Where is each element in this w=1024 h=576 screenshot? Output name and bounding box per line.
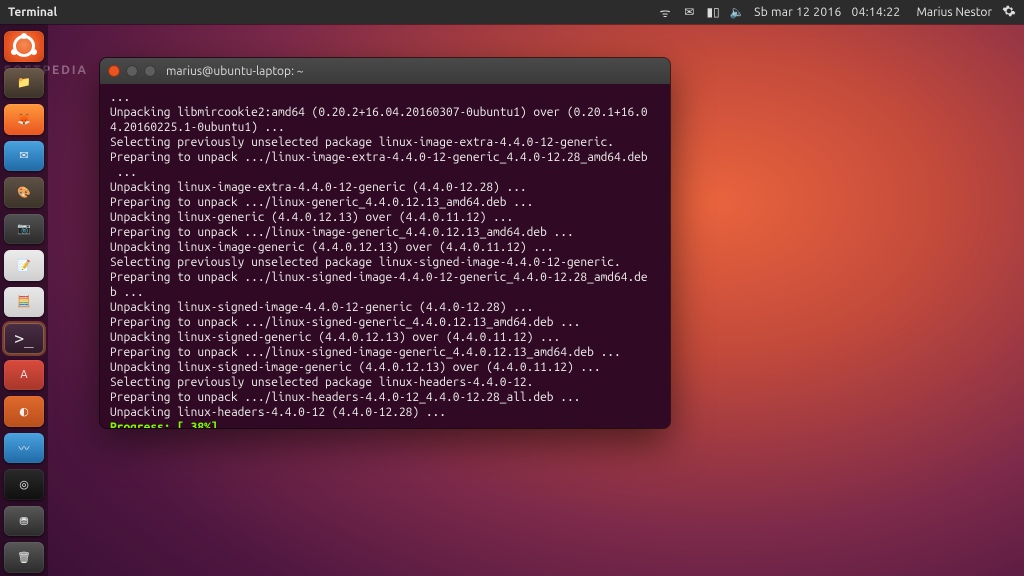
date-label[interactable]: Sb mar 12 2016 (754, 6, 841, 19)
gear-icon[interactable] (1002, 4, 1016, 21)
gimp-icon: 🎨 (17, 186, 31, 199)
launcher-steam[interactable]: ◎ (4, 469, 44, 500)
sound-icon[interactable]: 🔈 (730, 5, 744, 19)
launcher-disk[interactable]: ⛃ (4, 506, 44, 537)
battery-icon[interactable]: ▮▯ (706, 5, 720, 19)
terminal-window[interactable]: marius@ubuntu-laptop: ~ ... Unpacking li… (100, 58, 670, 428)
launcher-thunderbird[interactable]: ✉ (4, 141, 44, 172)
window-controls (108, 65, 156, 77)
terminal-output: ... Unpacking libmircookie2:amd64 (0.20.… (110, 90, 660, 420)
system-tray: ᯤ ✉ ▮▯ 🔈 Sb mar 12 2016 04:14:22 Marius … (658, 4, 1016, 21)
notes-icon: 📝 (17, 259, 31, 272)
steam-icon: ◎ (19, 478, 29, 491)
launcher-trash[interactable]: 🗑 (4, 542, 44, 573)
time-label[interactable]: 04:14:22 (852, 6, 901, 19)
top-panel: Terminal ᯤ ✉ ▮▯ 🔈 Sb mar 12 2016 04:14:2… (0, 0, 1024, 24)
unity-launcher: 📁 🦊 ✉ 🎨 📷 📝 🧮 >_ A ◐ 〰 ◎ ⛃ 🗑 (0, 24, 48, 576)
terminal-viewport[interactable]: ... Unpacking libmircookie2:amd64 (0.20.… (100, 84, 670, 428)
launcher-gimp[interactable]: 🎨 (4, 177, 44, 208)
calculator-icon: 🧮 (17, 295, 31, 308)
window-title: marius@ubuntu-laptop: ~ (166, 65, 304, 78)
monitor-icon: 〰 (19, 440, 30, 456)
launcher-software-updater[interactable]: A (4, 360, 44, 391)
partition-icon: ◐ (19, 405, 29, 418)
network-icon[interactable]: ᯤ (658, 5, 672, 19)
launcher-calculator[interactable]: 🧮 (4, 287, 44, 318)
camera-icon: 📷 (17, 222, 31, 235)
terminal-icon: >_ (14, 329, 33, 348)
minimize-icon[interactable] (126, 65, 138, 77)
progress-label: Progress: [ 38%] (110, 421, 218, 428)
active-app-title: Terminal (8, 6, 57, 19)
launcher-gparted[interactable]: ◐ (4, 396, 44, 427)
launcher-text-editor[interactable]: 📝 (4, 250, 44, 281)
ubuntu-logo-icon (13, 35, 35, 57)
session-user[interactable]: Marius Nestor (916, 6, 992, 19)
launcher-camera[interactable]: 📷 (4, 214, 44, 245)
launcher-firefox[interactable]: 🦊 (4, 104, 44, 135)
firefox-icon: 🦊 (17, 113, 31, 126)
drive-icon: ⛃ (19, 515, 28, 528)
mail-icon[interactable]: ✉ (682, 5, 696, 19)
launcher-dash[interactable] (4, 31, 44, 62)
update-icon: A (20, 369, 27, 381)
folder-icon: 📁 (17, 76, 31, 89)
maximize-icon[interactable] (144, 65, 156, 77)
close-icon[interactable] (108, 65, 120, 77)
mail-client-icon: ✉ (19, 149, 28, 162)
trash-icon: 🗑 (17, 551, 31, 564)
launcher-files[interactable]: 📁 (4, 68, 44, 99)
window-titlebar[interactable]: marius@ubuntu-laptop: ~ (100, 58, 670, 84)
launcher-system-monitor[interactable]: 〰 (4, 433, 44, 464)
launcher-terminal[interactable]: >_ (4, 323, 44, 354)
